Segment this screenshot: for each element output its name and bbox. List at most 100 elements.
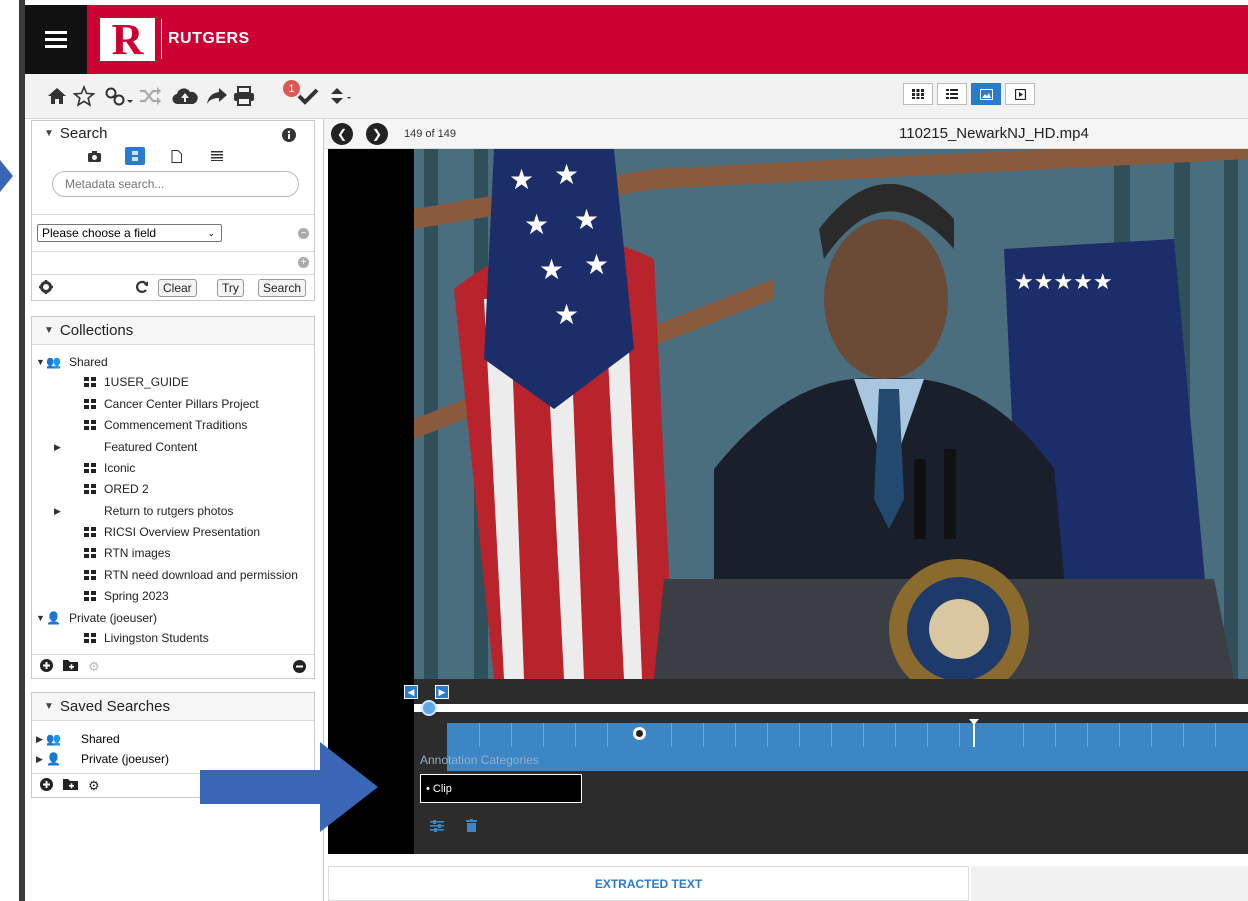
collection-label: RTN images [104,546,171,560]
print-icon[interactable] [232,83,256,109]
try-button[interactable]: Try [217,279,244,297]
annotation-marker[interactable] [633,727,646,740]
collection-item[interactable]: Livingston Students [84,628,209,648]
collections-panel: ▼ Collections ▼ 👥 Shared 1USER_GUIDE Can… [31,316,315,679]
shuffle-icon[interactable] [138,83,162,109]
clip-category[interactable]: • Clip [420,774,582,803]
grid-icon [84,570,96,580]
gear-icon[interactable]: ⚙ [88,778,100,794]
brand-name[interactable]: RUTGERS [168,30,250,48]
document-icon[interactable] [166,147,186,165]
search-panel-title: Search [59,124,108,142]
timeline-tick [1023,723,1024,747]
link-icon[interactable] [103,83,135,109]
star-icon[interactable] [72,83,96,109]
svg-text:★: ★ [509,163,534,196]
metadata-search-input[interactable] [52,171,299,197]
video-still-image: ★ ★★ ★★ ★★ ★★★★★ [414,149,1248,679]
frame-forward-button[interactable]: ▶ [435,685,449,699]
image-view-button[interactable] [971,83,1001,105]
collection-item[interactable]: Spring 2023 [84,586,169,606]
timeline-tick [1215,723,1216,747]
grid-view-button[interactable] [903,83,933,105]
collection-item[interactable]: RTN need download and permission [84,565,298,585]
add-folder-icon[interactable] [63,659,78,674]
saved-private-node[interactable]: ▶ 👤 Private (joeuser) [36,749,169,769]
rutgers-logo[interactable]: R [100,15,155,64]
add-circle-icon[interactable] [40,658,53,675]
trash-icon[interactable] [466,819,477,835]
gear-icon[interactable]: ⚙ [88,659,100,675]
home-icon[interactable] [45,83,69,109]
users-icon: 👥 [46,355,61,369]
grid-icon [912,89,924,99]
collection-item[interactable]: ORED 2 [84,479,149,499]
collection-item[interactable]: RICSI Overview Presentation [84,522,260,542]
divider [32,251,314,252]
saved-searches-header[interactable]: ▼ Saved Searches [32,693,314,721]
collection-item[interactable]: Cancer Center Pillars Project [84,394,259,414]
collection-item[interactable]: Iconic [84,458,135,478]
remove-circle-icon[interactable] [293,660,306,676]
timeline-tick [1055,723,1056,747]
timeline-tick [607,723,608,747]
video-view-button[interactable] [1005,83,1035,105]
tree-node-shared[interactable]: ▼ 👥 Shared [36,352,108,372]
previous-button[interactable]: ❮ [331,123,353,145]
play-square-icon [1014,88,1026,100]
secondary-tab[interactable] [971,866,1248,901]
screenshot-frame: R RUTGERS 1 ▼ Search Metadata search... … [0,0,1248,901]
text-lines-icon[interactable] [207,147,227,165]
search-button[interactable]: Search [258,279,307,297]
field-select-dropdown[interactable]: Please choose a field ⌄ [37,224,222,242]
tree-node-private[interactable]: ▼ 👤 Private (joeuser) [36,608,157,628]
hamburger-menu-button[interactable] [25,5,87,74]
collection-label: Iconic [104,461,136,475]
grid-icon [84,484,96,494]
seek-handle[interactable] [421,700,437,716]
gear-icon[interactable] [39,280,53,299]
collection-label: Featured Content [104,440,198,454]
extracted-text-tab[interactable]: EXTRACTED TEXT [328,866,969,901]
step-forward-icon: ▶ [438,686,446,697]
refresh-icon[interactable] [135,280,149,299]
cloud-upload-icon[interactable] [171,83,199,109]
frame-back-button[interactable]: ◀ [404,685,418,699]
menu-icon [45,30,67,48]
timeline-tick [1183,723,1184,747]
share-icon[interactable] [205,83,229,109]
add-field-icon[interactable]: + [298,257,309,268]
chevron-down-icon: ⌄ [207,227,215,238]
film-icon[interactable] [125,147,145,165]
collections-panel-header[interactable]: ▼ Collections [32,317,314,345]
sort-icon[interactable] [327,83,355,109]
add-folder-icon[interactable] [63,778,78,793]
collection-folder[interactable]: ▶ Featured Content [54,437,197,457]
collections-footer: ⚙ [32,654,314,678]
collection-item[interactable]: Commencement Traditions [84,415,247,435]
collection-item[interactable]: RTN images [84,543,170,563]
svg-text:★: ★ [539,253,564,286]
annotation-timeline[interactable] [447,719,1248,771]
remove-field-icon[interactable]: − [298,228,309,239]
caret-down-icon: ▼ [44,127,54,139]
collection-label: Livingston Students [104,631,209,645]
add-circle-icon[interactable] [40,777,53,794]
info-icon[interactable] [282,128,296,146]
collection-folder[interactable]: ▶ Return to rutgers photos [54,501,233,521]
caret-right-icon: ▶ [36,753,43,764]
item-counter: 149 of 149 [404,128,456,140]
next-button[interactable]: ❯ [366,123,388,145]
sliders-icon[interactable] [430,819,444,835]
list-view-button[interactable] [937,83,967,105]
collection-item[interactable]: 1USER_GUIDE [84,372,189,392]
video-frame[interactable]: ★ ★ ★ ★ ★ ★ ★ ★★★★★ [414,149,1248,679]
grid-icon [84,463,96,473]
collection-label: ORED 2 [104,482,149,496]
seek-bar[interactable] [414,704,1248,712]
saved-shared-node[interactable]: ▶ 👥 Shared [36,729,120,749]
camera-icon[interactable] [84,147,104,165]
clear-button[interactable]: Clear [158,279,197,297]
search-panel-header[interactable]: ▼ Search [32,121,314,145]
grid-icon [84,377,96,387]
